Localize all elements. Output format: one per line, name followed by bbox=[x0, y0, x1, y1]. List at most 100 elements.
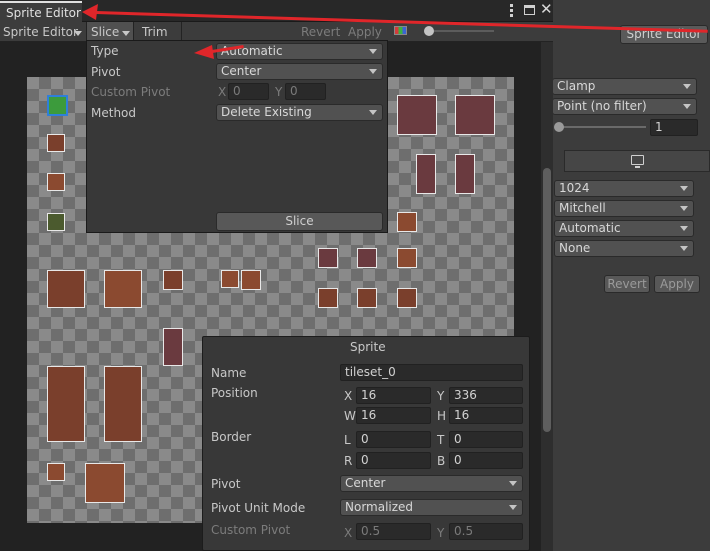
vertical-scrollbar-thumb[interactable] bbox=[543, 168, 551, 432]
sprite-editor-mode-label: Sprite Editor bbox=[3, 25, 78, 39]
sprite-pivot-dropdown[interactable]: Center bbox=[340, 475, 523, 492]
sprite-tile[interactable] bbox=[85, 463, 125, 503]
more-vert-icon[interactable] bbox=[508, 3, 514, 17]
rgb-channel-icon[interactable] bbox=[394, 26, 407, 35]
inspector-revert-button[interactable]: Revert bbox=[604, 275, 650, 293]
platform-tab[interactable] bbox=[564, 150, 710, 172]
slice-method-dropdown[interactable]: Delete Existing bbox=[216, 104, 383, 121]
chevron-down-icon bbox=[680, 246, 688, 251]
trim-label: Trim bbox=[142, 25, 168, 39]
sprite-tile[interactable] bbox=[47, 270, 85, 308]
border-b-field[interactable]: 0 bbox=[449, 452, 523, 469]
pos-w-label: W bbox=[344, 409, 356, 423]
sprite-tile[interactable] bbox=[357, 248, 377, 268]
border-t-field[interactable]: 0 bbox=[449, 431, 523, 448]
sprite-tile[interactable] bbox=[47, 95, 68, 116]
sprite-pivot-value: Center bbox=[345, 476, 386, 490]
chevron-down-icon bbox=[680, 226, 688, 231]
sprite-tile[interactable] bbox=[47, 173, 65, 191]
border-r-field[interactable]: 0 bbox=[356, 452, 431, 469]
sprite-tile[interactable] bbox=[47, 134, 65, 152]
chevron-down-icon bbox=[369, 49, 377, 54]
sprite-tile[interactable] bbox=[397, 212, 417, 232]
sprite-tile[interactable] bbox=[397, 95, 437, 135]
max-size-dropdown[interactable]: 1024 bbox=[554, 180, 694, 197]
position-y-field[interactable]: 336 bbox=[449, 387, 523, 404]
position-w-field[interactable]: 16 bbox=[356, 407, 431, 424]
slice-button[interactable]: Slice bbox=[216, 212, 383, 231]
compression-value: None bbox=[559, 241, 591, 255]
toolbar-revert-button[interactable]: Revert bbox=[301, 25, 340, 39]
cp-x-label: X bbox=[344, 526, 353, 540]
sprite-name-field[interactable]: tileset_0 bbox=[340, 364, 523, 381]
sprite-tile[interactable] bbox=[357, 288, 377, 308]
close-icon[interactable]: ✕ bbox=[540, 1, 553, 17]
max-size-value: 1024 bbox=[559, 181, 590, 195]
custom-pivot-x-field[interactable]: 0.5 bbox=[356, 523, 431, 540]
chevron-down-icon bbox=[74, 31, 82, 36]
pivot-unit-mode-dropdown[interactable]: Normalized bbox=[340, 499, 523, 516]
chevron-down-icon bbox=[509, 505, 517, 510]
position-label: Position bbox=[211, 386, 258, 400]
trim-button[interactable]: Trim bbox=[134, 22, 182, 42]
border-l-field[interactable]: 0 bbox=[356, 431, 431, 448]
aniso-slider[interactable] bbox=[556, 126, 646, 128]
chevron-down-icon bbox=[683, 104, 691, 109]
position-x-field[interactable]: 16 bbox=[356, 387, 431, 404]
custom-pivot-y-field[interactable]: 0 bbox=[285, 83, 326, 100]
aniso-slider-handle[interactable] bbox=[554, 122, 564, 132]
sprite-tile[interactable] bbox=[397, 248, 417, 268]
custom-pivot-y-field[interactable]: 0.5 bbox=[449, 523, 523, 540]
sprite-tile[interactable] bbox=[455, 95, 495, 135]
resize-algorithm-dropdown[interactable]: Mitchell bbox=[554, 200, 694, 217]
sprite-tile[interactable] bbox=[47, 213, 65, 231]
slice-pivot-dropdown[interactable]: Center bbox=[216, 63, 383, 80]
sprite-tile[interactable] bbox=[163, 328, 183, 366]
filter-mode-dropdown[interactable]: Point (no filter) bbox=[552, 98, 697, 115]
wrap-mode-value: Clamp bbox=[557, 79, 596, 93]
sprite-editor-tab[interactable]: Sprite Editor bbox=[0, 1, 82, 22]
border-r-label: R bbox=[344, 454, 353, 468]
sprite-tile[interactable] bbox=[416, 154, 436, 194]
chevron-down-icon bbox=[122, 31, 130, 36]
sprite-tile[interactable] bbox=[318, 248, 338, 268]
slice-menu-button[interactable]: Slice bbox=[86, 22, 134, 42]
custom-pivot-y-label: Y bbox=[275, 85, 283, 99]
toolbar-apply-button[interactable]: Apply bbox=[348, 25, 382, 39]
slice-popup: Type Automatic Pivot Center Custom Pivot… bbox=[86, 40, 388, 233]
aniso-value-field[interactable]: 1 bbox=[650, 119, 698, 136]
compression-dropdown[interactable]: None bbox=[554, 240, 694, 257]
chevron-down-icon bbox=[509, 481, 517, 486]
maximize-icon[interactable] bbox=[524, 5, 535, 15]
sprite-tile[interactable] bbox=[318, 288, 338, 308]
sprite-tile[interactable] bbox=[221, 270, 239, 288]
monitor-stand bbox=[635, 166, 640, 168]
pos-h-label: H bbox=[437, 409, 447, 423]
sprite-editor-mode-dropdown[interactable]: Sprite Editor bbox=[0, 22, 86, 42]
zoom-slider-track[interactable] bbox=[434, 30, 494, 32]
window-title: Sprite Editor bbox=[6, 6, 81, 20]
sprite-tile[interactable] bbox=[47, 366, 85, 442]
sprite-tile[interactable] bbox=[241, 270, 261, 290]
sprite-custom-pivot-label: Custom Pivot bbox=[211, 523, 291, 537]
format-dropdown[interactable]: Automatic bbox=[554, 220, 694, 237]
sprite-pivot-label: Pivot bbox=[211, 477, 241, 491]
sprite-tile[interactable] bbox=[163, 270, 183, 290]
format-value: Automatic bbox=[559, 221, 621, 235]
name-label: Name bbox=[211, 366, 247, 380]
border-label: Border bbox=[211, 430, 252, 444]
sprite-tile[interactable] bbox=[47, 463, 65, 481]
inspector-apply-button[interactable]: Apply bbox=[654, 275, 700, 293]
cp-y-label: Y bbox=[437, 526, 445, 540]
sprite-tile[interactable] bbox=[397, 288, 417, 308]
zoom-slider-icon[interactable] bbox=[424, 26, 434, 36]
position-h-field[interactable]: 16 bbox=[449, 407, 523, 424]
sprite-tile[interactable] bbox=[455, 154, 475, 194]
custom-pivot-x-field[interactable]: 0 bbox=[228, 83, 269, 100]
chevron-down-icon bbox=[369, 69, 377, 74]
chevron-down-icon bbox=[680, 186, 688, 191]
sprite-tile[interactable] bbox=[104, 366, 142, 442]
sprite-tile[interactable] bbox=[104, 270, 142, 308]
wrap-mode-dropdown[interactable]: Clamp bbox=[552, 78, 697, 95]
filter-mode-value: Point (no filter) bbox=[557, 99, 647, 113]
